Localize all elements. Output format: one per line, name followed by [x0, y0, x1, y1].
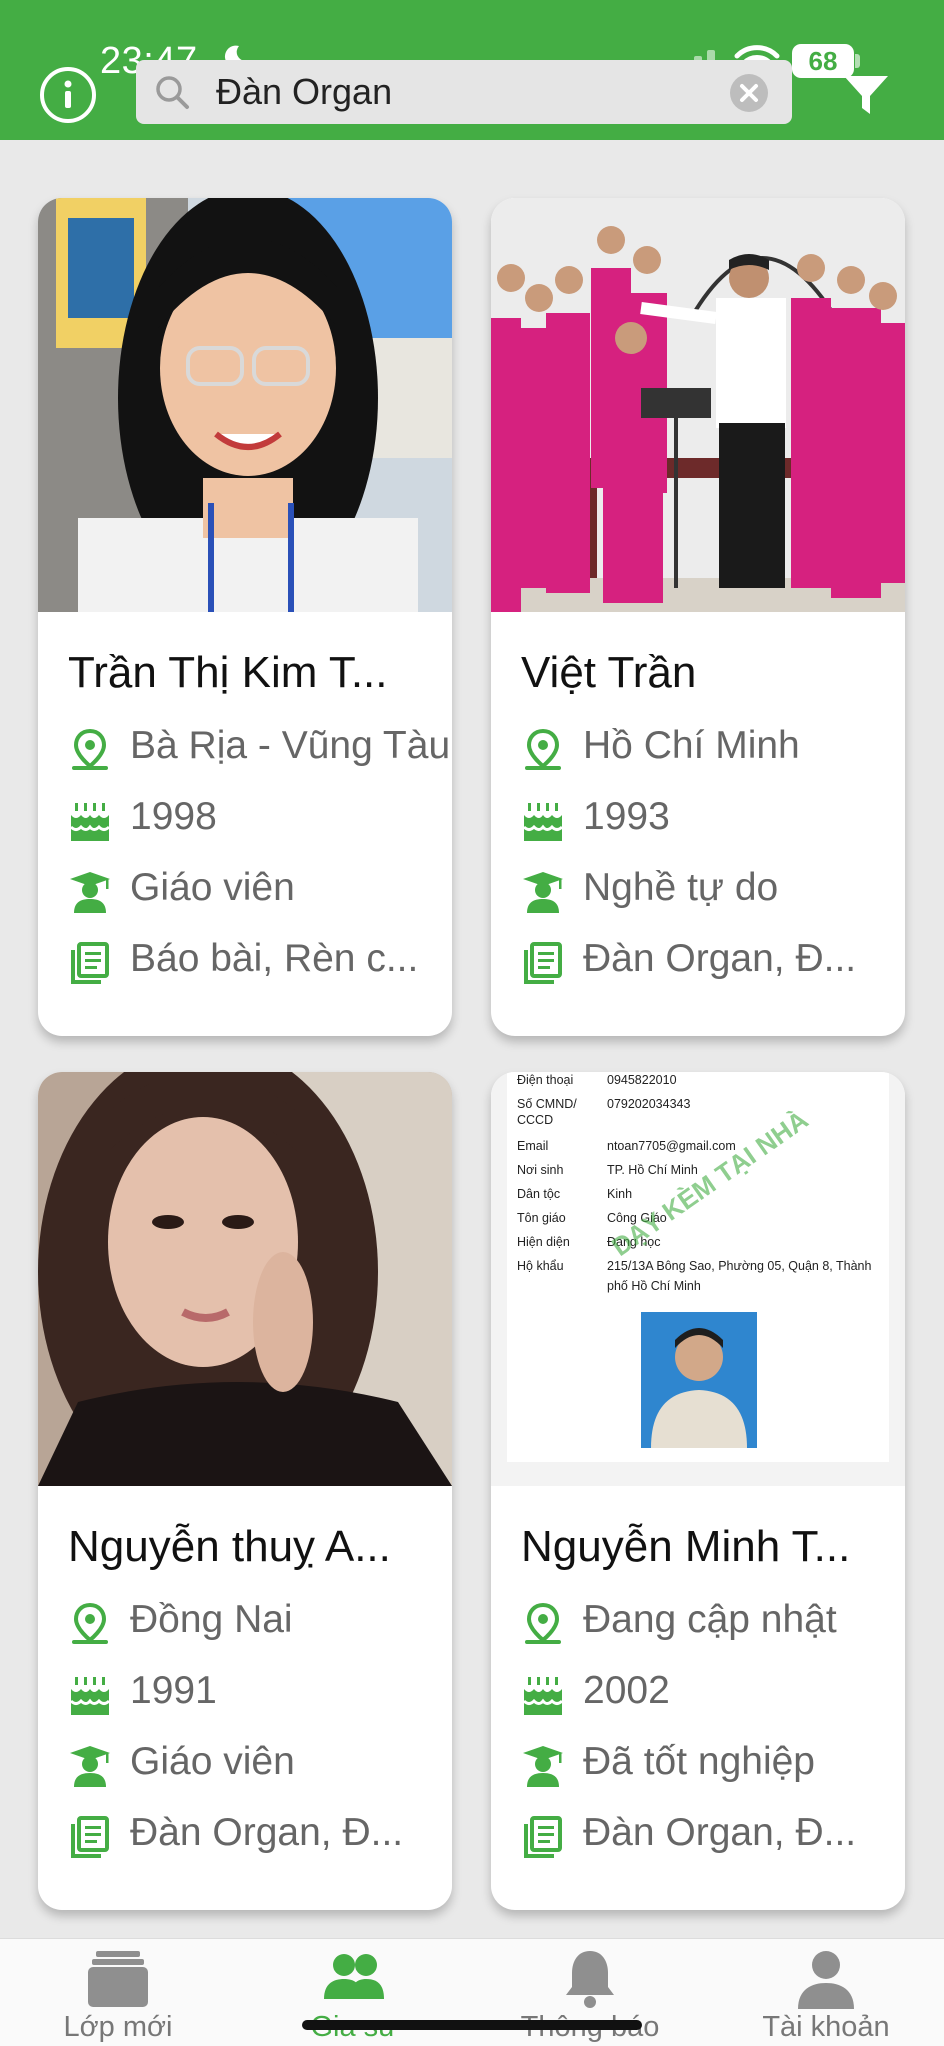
filter-icon[interactable] [842, 72, 890, 120]
birth-year-row: 2002 [521, 1667, 905, 1723]
search-bar[interactable] [136, 60, 792, 124]
id-label: Tôn giáo [517, 1211, 566, 1225]
location-row: Đồng Nai [68, 1596, 452, 1652]
id-value: 0945822010 [607, 1073, 677, 1087]
tutor-card[interactable]: Điện thoại 0945822010 Số CMND/ 079202034… [491, 1072, 905, 1910]
graduate-icon [523, 872, 563, 913]
birthday-cake-icon [69, 1677, 111, 1715]
tutor-name: Nguyễn Minh T... [521, 1522, 851, 1571]
battery-tip [855, 54, 860, 68]
account-icon [798, 1951, 854, 2009]
location-pin-icon [72, 1602, 108, 1644]
location-text: Hồ Chí Minh [583, 724, 800, 767]
id-label: Dân tộc [517, 1187, 560, 1201]
bell-icon [566, 1951, 614, 2008]
subjects-text: Đàn Organ, Đ... [583, 937, 857, 980]
search-input[interactable] [216, 68, 696, 116]
book-icon [71, 942, 109, 984]
classes-icon [88, 1951, 148, 2007]
subjects-row: Đàn Organ, Đ... [521, 935, 905, 991]
id-label: Hiện diện [517, 1235, 570, 1249]
tutor-photo [38, 198, 452, 612]
tutors-icon [324, 1954, 384, 1999]
tutor-card[interactable]: Việt Trần Hồ Chí Minh 1993 Nghề tự do Đà… [491, 198, 905, 1036]
app-header: 23:47 68 [0, 0, 944, 140]
choir-photo [491, 198, 905, 612]
location-text: Đồng Nai [130, 1598, 293, 1641]
tutor-photo [491, 198, 905, 612]
graduate-icon [70, 1746, 110, 1787]
subjects-text: Đàn Organ, Đ... [583, 1811, 857, 1854]
close-icon [740, 84, 758, 102]
id-document-photo: Điện thoại 0945822010 Số CMND/ 079202034… [491, 1072, 905, 1486]
location-pin-icon [72, 728, 108, 770]
graduate-icon [523, 1746, 563, 1787]
tutor-card[interactable]: Trần Thị Kim T... Bà Rịa - Vũng Tàu 1998 [38, 198, 452, 1036]
location-row: Hồ Chí Minh [521, 722, 905, 778]
id-value: ntoan7705@gmail.com [607, 1139, 736, 1153]
home-indicator [302, 2020, 642, 2030]
subjects-text: Báo bài, Rèn c... [130, 937, 419, 980]
book-icon [524, 942, 562, 984]
location-text: Bà Rịa - Vũng Tàu [130, 724, 451, 767]
id-label: CCCD [517, 1113, 553, 1127]
tutor-photo: Điện thoại 0945822010 Số CMND/ 079202034… [491, 1072, 905, 1486]
location-row: Bà Rịa - Vũng Tàu [68, 722, 452, 778]
birth-year-text: 1998 [130, 795, 217, 838]
occupation-text: Giáo viên [130, 866, 295, 909]
nav-tab-account[interactable]: Tài khoản [708, 1939, 944, 2046]
nav-label: Tài khoản [762, 2011, 890, 2043]
subjects-row: Báo bài, Rèn c... [68, 935, 452, 991]
location-pin-icon [525, 1602, 561, 1644]
id-label: Nơi sinh [517, 1163, 563, 1177]
tutor-photo [38, 1072, 452, 1486]
occupation-row: Giáo viên [68, 864, 452, 920]
id-label: Điện thoại [517, 1073, 573, 1087]
birthday-cake-icon [522, 803, 564, 841]
birth-year-text: 1991 [130, 1669, 217, 1712]
birth-year-text: 2002 [583, 1669, 670, 1712]
birthday-cake-icon [69, 803, 111, 841]
occupation-text: Nghề tự do [583, 866, 779, 909]
occupation-text: Giáo viên [130, 1740, 295, 1783]
tutor-name: Trần Thị Kim T... [68, 648, 388, 697]
subjects-row: Đàn Organ, Đ... [68, 1809, 452, 1865]
occupation-row: Giáo viên [68, 1738, 452, 1794]
portrait-photo [38, 1072, 452, 1486]
search-icon [156, 76, 189, 109]
nav-tab-new-classes[interactable]: Lớp mới [0, 1939, 236, 2046]
info-button[interactable] [40, 67, 96, 123]
id-value: phố Hồ Chí Minh [607, 1279, 701, 1293]
location-pin-icon [525, 728, 561, 770]
id-value: TP. Hồ Chí Minh [607, 1163, 698, 1177]
location-row: Đang cập nhật [521, 1596, 905, 1652]
id-label: Hộ khẩu [517, 1259, 564, 1273]
info-icon [64, 80, 72, 108]
graduate-icon [70, 872, 110, 913]
nav-label: Lớp mới [63, 2011, 173, 2043]
id-label: Số CMND/ [517, 1097, 577, 1111]
id-value: 215/13A Bông Sao, Phường 05, Quận 8, Thà… [607, 1259, 872, 1273]
id-value: 079202034343 [607, 1097, 690, 1111]
tutor-card[interactable]: Nguyễn thuỵ A... Đồng Nai 1991 Giáo viên… [38, 1072, 452, 1910]
occupation-row: Đã tốt nghiệp [521, 1738, 905, 1794]
occupation-text: Đã tốt nghiệp [583, 1740, 816, 1783]
birth-year-row: 1993 [521, 793, 905, 849]
id-value: Kinh [607, 1187, 632, 1201]
portrait-photo [38, 198, 452, 612]
birth-year-row: 1998 [68, 793, 452, 849]
clear-search-button[interactable] [730, 74, 768, 112]
subjects-row: Đàn Organ, Đ... [521, 1809, 905, 1865]
location-text: Đang cập nhật [583, 1598, 837, 1641]
occupation-row: Nghề tự do [521, 864, 905, 920]
subjects-text: Đàn Organ, Đ... [130, 1811, 404, 1854]
birthday-cake-icon [522, 1677, 564, 1715]
book-icon [524, 1816, 562, 1858]
tutor-name: Việt Trần [521, 648, 697, 697]
book-icon [71, 1816, 109, 1858]
birth-year-row: 1991 [68, 1667, 452, 1723]
id-label: Email [517, 1139, 548, 1153]
birth-year-text: 1993 [583, 795, 670, 838]
tutor-name: Nguyễn thuỵ A... [68, 1522, 391, 1571]
